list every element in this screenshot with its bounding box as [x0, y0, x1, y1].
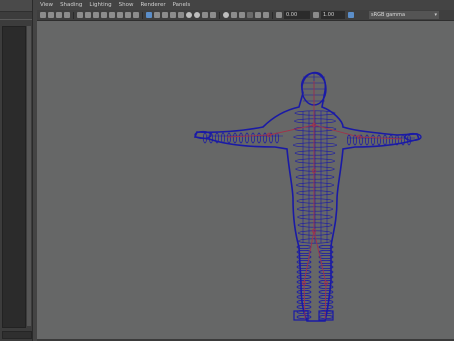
- character-wireframe: [193, 71, 422, 322]
- antialiasing-icon[interactable]: [202, 12, 208, 18]
- left-leg-wire-ring: [296, 300, 312, 304]
- textured-icon[interactable]: [170, 12, 176, 18]
- panel-menu-bar: View Shading Lighting Show Renderer Pane…: [37, 0, 454, 10]
- backface-culling-icon[interactable]: [239, 12, 245, 18]
- left-arm-wire-ring: [245, 132, 249, 144]
- left-arm-wire-ring: [239, 132, 243, 144]
- camera-lock-icon[interactable]: [263, 12, 269, 18]
- right-arm-wire-ring: [347, 134, 351, 146]
- left-leg-wire-ring: [296, 275, 312, 279]
- isolate-icon[interactable]: [133, 12, 139, 18]
- right-arm-wire-ring: [383, 134, 387, 146]
- field-chart-icon[interactable]: [109, 12, 115, 18]
- menu-panels[interactable]: Panels: [173, 0, 191, 10]
- right-arm-wire-ring: [371, 134, 375, 146]
- side-panel-scrollbar[interactable]: [27, 26, 31, 326]
- film-gate-icon[interactable]: [85, 12, 91, 18]
- gamma-icon[interactable]: [313, 12, 319, 18]
- select-camera-icon[interactable]: [40, 12, 46, 18]
- hud-icon[interactable]: [255, 12, 261, 18]
- xray-joints-icon[interactable]: [231, 12, 237, 18]
- menu-shading[interactable]: Shading: [60, 0, 82, 10]
- view-transform-dropdown[interactable]: sRGB gamma ▾: [369, 11, 439, 19]
- panel-toolbar: 0.00 1.00 sRGB gamma ▾: [37, 10, 454, 21]
- left-arm-wire-ring: [251, 132, 255, 144]
- right-leg-wire-ring: [318, 305, 334, 309]
- side-panel-list[interactable]: [2, 26, 26, 328]
- safe-title-icon[interactable]: [125, 12, 131, 18]
- left-leg-wire-ring: [296, 270, 312, 274]
- isolate-select-icon[interactable]: [247, 12, 253, 18]
- lights-icon[interactable]: [178, 12, 184, 18]
- shadows-icon[interactable]: [186, 12, 192, 18]
- menu-lighting[interactable]: Lighting: [89, 0, 111, 10]
- gamma-field[interactable]: 1.00: [321, 11, 345, 19]
- right-leg-wire-ring: [318, 300, 334, 304]
- xray-icon[interactable]: [223, 12, 229, 18]
- left-leg-wire-ring: [296, 315, 312, 319]
- menu-show[interactable]: Show: [119, 0, 134, 10]
- ambient-occlusion-icon[interactable]: [194, 12, 200, 18]
- grid-icon[interactable]: [77, 12, 83, 18]
- left-arm-wire-ring: [221, 132, 225, 144]
- toolbar-separator: [219, 12, 220, 19]
- left-leg-wire-ring: [296, 265, 312, 269]
- toolbar-separator: [272, 12, 273, 19]
- skeleton-bone: [268, 124, 315, 136]
- color-management-icon[interactable]: [348, 12, 354, 18]
- exposure-field[interactable]: 0.00: [284, 11, 310, 19]
- left-arm-wire-ring: [233, 132, 237, 144]
- left-side-panel: [0, 0, 33, 341]
- menu-renderer[interactable]: Renderer: [140, 0, 165, 10]
- toolbar-separator: [142, 12, 143, 19]
- left-arm-wire-ring: [257, 132, 261, 144]
- right-arm-wire-ring: [377, 134, 381, 146]
- side-panel-divider: [0, 19, 32, 20]
- right-arm-wire-ring: [365, 134, 369, 146]
- toolbar-separator: [73, 12, 74, 19]
- view-transform-label: sRGB gamma: [371, 12, 406, 18]
- side-panel-header: [0, 0, 32, 12]
- gate-mask-icon[interactable]: [101, 12, 107, 18]
- chevron-down-icon: ▾: [434, 12, 437, 18]
- wireframe-shading-icon[interactable]: [146, 12, 152, 18]
- wireframe-on-shaded-icon[interactable]: [162, 12, 168, 18]
- left-arm-wire-ring: [227, 132, 231, 144]
- right-arm-wire-ring: [389, 134, 393, 146]
- camera-attributes-icon[interactable]: [48, 12, 54, 18]
- menu-view[interactable]: View: [40, 0, 53, 10]
- left-arm-wire-ring: [263, 132, 267, 144]
- smooth-shade-icon[interactable]: [154, 12, 160, 18]
- 3d-viewport[interactable]: [37, 21, 454, 341]
- side-panel-footer-field[interactable]: [2, 331, 32, 339]
- image-plane-icon[interactable]: [64, 12, 70, 18]
- exposure-icon[interactable]: [276, 12, 282, 18]
- safe-action-icon[interactable]: [117, 12, 123, 18]
- depth-of-field-icon[interactable]: [210, 12, 216, 18]
- left-arm-wire-ring: [275, 132, 279, 144]
- resolution-gate-icon[interactable]: [93, 12, 99, 18]
- bookmark-icon[interactable]: [56, 12, 62, 18]
